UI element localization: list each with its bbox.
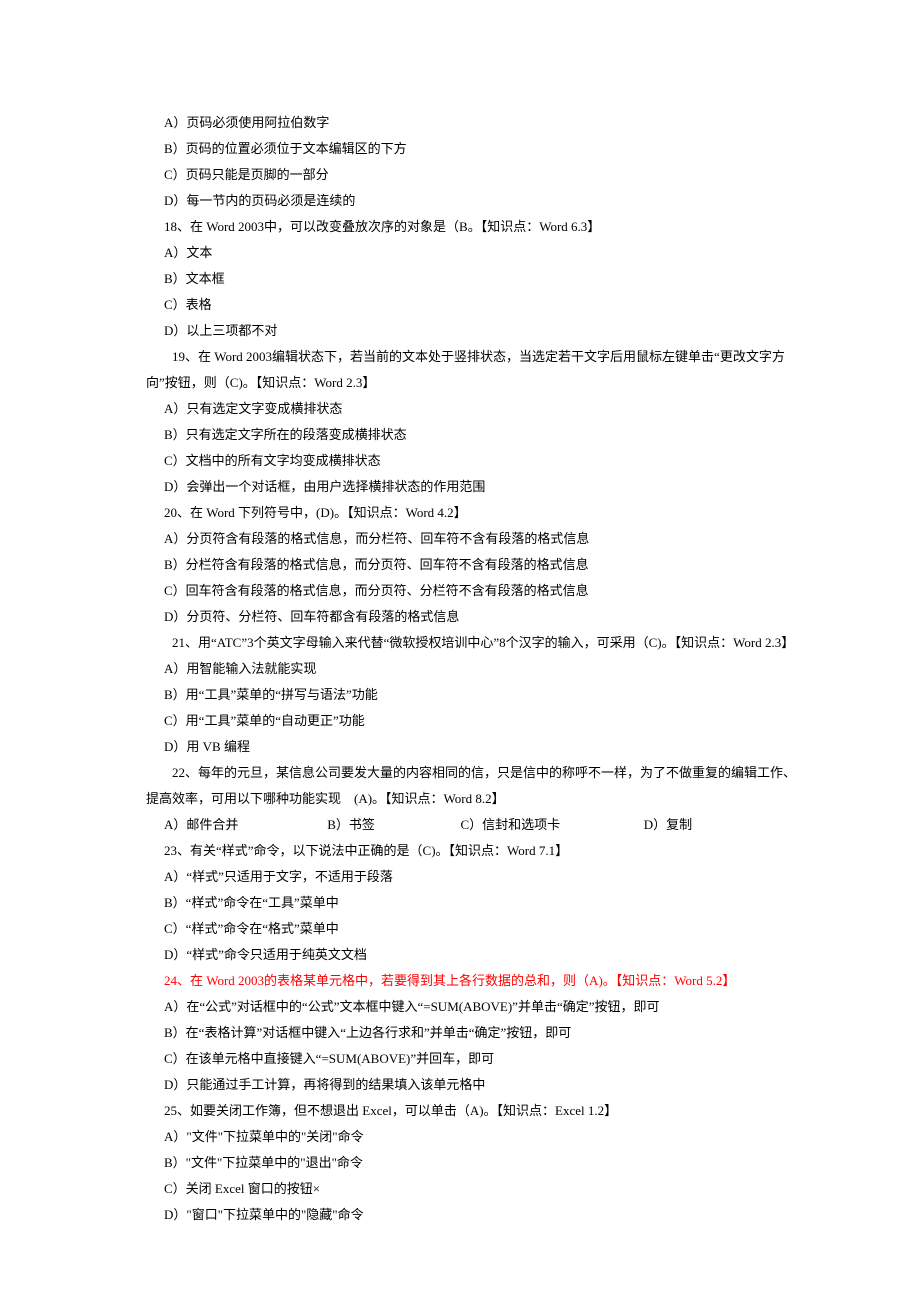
text-line: B）分栏符含有段落的格式信息，而分页符、回车符不含有段落的格式信息: [120, 552, 800, 578]
text-line: B）“样式”命令在“工具”菜单中: [120, 890, 800, 916]
text-line: A）文本: [120, 240, 800, 266]
text-line: 25、如要关闭工作簿，但不想退出 Excel，可以单击（A)。【知识点：Exce…: [120, 1098, 800, 1124]
text-line: A）只有选定文字变成横排状态: [120, 396, 800, 422]
text-line: A）用智能输入法就能实现: [120, 656, 800, 682]
text-line: D）以上三项都不对: [120, 318, 800, 344]
text-line: C）用“工具”菜单的“自动更正”功能: [120, 708, 800, 734]
text-line: D）每一节内的页码必须是连续的: [120, 188, 800, 214]
text-line: C）文档中的所有文字均变成横排状态: [120, 448, 800, 474]
text-line: A）在“公式”对话框中的“公式”文本框中键入“=SUM(ABOVE)”并单击“确…: [120, 994, 800, 1020]
text-line: A）页码必须使用阿拉伯数字: [120, 110, 800, 136]
text-line: A）"文件"下拉菜单中的"关闭"命令: [120, 1124, 800, 1150]
text-line: D）"窗口"下拉菜单中的"隐藏"命令: [120, 1202, 800, 1228]
document-page: A）页码必须使用阿拉伯数字B）页码的位置必须位于文本编辑区的下方C）页码只能是页…: [0, 0, 920, 1288]
text-line: 22、每年的元旦，某信息公司要发大量的内容相同的信，只是信中的称呼不一样，为了不…: [120, 760, 800, 812]
text-line: D）会弹出一个对话框，由用户选择横排状态的作用范围: [120, 474, 800, 500]
options-row-q22: A）邮件合并 B）书签 C）信封和选项卡 D）复制: [120, 812, 800, 838]
text-line: C）关闭 Excel 窗口的按钮×: [120, 1176, 800, 1202]
text-line: B）"文件"下拉菜单中的"退出"命令: [120, 1150, 800, 1176]
text-line: C）页码只能是页脚的一部分: [120, 162, 800, 188]
text-line: 24、在 Word 2003的表格某单元格中，若要得到其上各行数据的总和，则（A…: [120, 968, 800, 994]
text-line: B）在“表格计算”对话框中键入“上边各行求和”并单击“确定”按钮，即可: [120, 1020, 800, 1046]
text-line: D）分页符、分栏符、回车符都含有段落的格式信息: [120, 604, 800, 630]
text-line: 20、在 Word 下列符号中，(D)。【知识点：Word 4.2】: [120, 500, 800, 526]
text-line: B）只有选定文字所在的段落变成横排状态: [120, 422, 800, 448]
text-line: 19、在 Word 2003编辑状态下，若当前的文本处于竖排状态，当选定若干文字…: [120, 344, 800, 396]
text-line: C）表格: [120, 292, 800, 318]
option-a: A）邮件合并: [164, 812, 324, 838]
text-line: D）“样式”命令只适用于纯英文文档: [120, 942, 800, 968]
text-line: B）文本框: [120, 266, 800, 292]
text-line: B）页码的位置必须位于文本编辑区的下方: [120, 136, 800, 162]
option-c: C）信封和选项卡: [461, 812, 641, 838]
text-line: A）“样式”只适用于文字，不适用于段落: [120, 864, 800, 890]
option-b: B）书签: [327, 812, 457, 838]
text-line: 21、用“ATC”3个英文字母输入来代替“微软授权培训中心”8个汉字的输入，可采…: [120, 630, 800, 656]
text-line: B）用“工具”菜单的“拼写与语法”功能: [120, 682, 800, 708]
text-line: D）用 VB 编程: [120, 734, 800, 760]
text-line: A）分页符含有段落的格式信息，而分栏符、回车符不含有段落的格式信息: [120, 526, 800, 552]
text-line: D）只能通过手工计算，再将得到的结果填入该单元格中: [120, 1072, 800, 1098]
text-line: 23、有关“样式”命令，以下说法中正确的是（C)。【知识点：Word 7.1】: [120, 838, 800, 864]
text-line: C）在该单元格中直接键入“=SUM(ABOVE)”并回车，即可: [120, 1046, 800, 1072]
option-d: D）复制: [644, 812, 692, 838]
text-line: C）回车符含有段落的格式信息，而分页符、分栏符不含有段落的格式信息: [120, 578, 800, 604]
text-line: C）“样式”命令在“格式”菜单中: [120, 916, 800, 942]
text-line: 18、在 Word 2003中，可以改变叠放次序的对象是（B。【知识点：Word…: [120, 214, 800, 240]
